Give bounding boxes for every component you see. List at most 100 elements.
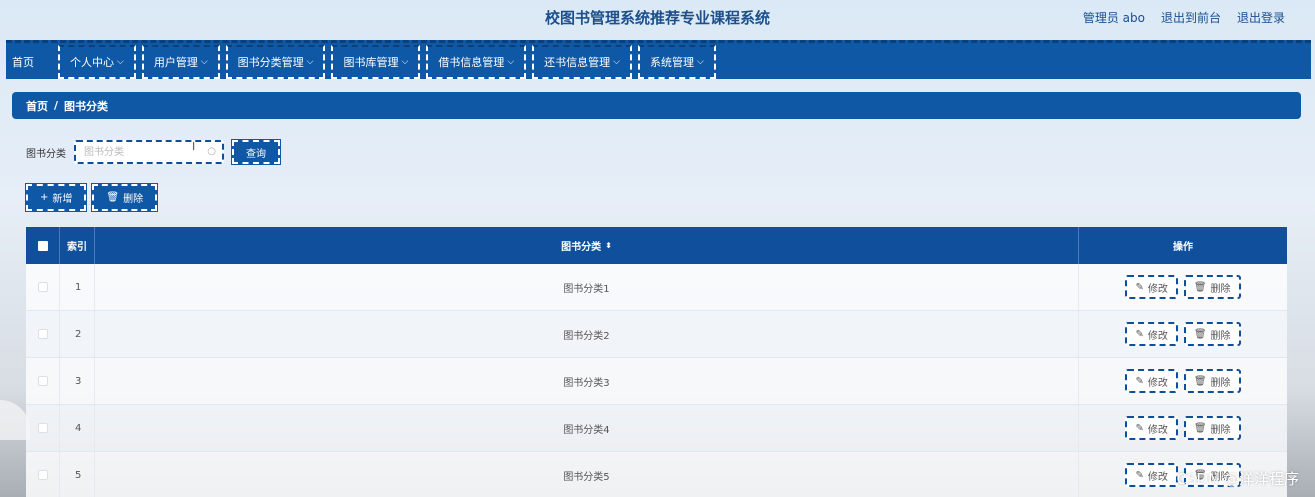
action-toolbar: + 新增 🗑 删除 <box>24 183 159 212</box>
row-category: 图书分类1 <box>95 264 1079 310</box>
nav-personal-center[interactable]: 个人中心 ⌵ <box>58 45 136 79</box>
delete-label: 删除 <box>1210 424 1231 436</box>
chevron-down-icon: ⌵ <box>306 57 314 67</box>
nav-library-management[interactable]: 图书库管理 ⌵ <box>331 45 421 79</box>
row-ops: ✎ 修改 🗑 删除 <box>1079 264 1287 310</box>
sort-icon[interactable]: ⬍ <box>605 241 612 250</box>
delete-label: 删除 <box>1210 330 1231 342</box>
trash-icon: 🗑 <box>1193 328 1207 340</box>
add-label: 新增 <box>52 194 73 205</box>
search-label: 图书分类 <box>26 148 66 160</box>
edit-label: 修改 <box>1147 424 1168 436</box>
category-table: 索引 图书分类 ⬍ 操作 1 图书分类1 ✎ 修改 🗑 删除 2 图书分类2 ✎ 修改 … <box>26 227 1287 497</box>
row-index: 5 <box>60 452 95 497</box>
breadcrumb-separator: / <box>54 99 59 112</box>
select-all-checkbox[interactable] <box>37 240 48 251</box>
edit-button[interactable]: ✎ 修改 <box>1125 275 1178 299</box>
row-category: 图书分类2 <box>95 311 1079 357</box>
watermark: CSDN @洋洋程序 <box>1176 470 1299 488</box>
breadcrumb-current: 图书分类 <box>64 99 109 113</box>
edit-icon: ✎ <box>1135 422 1144 434</box>
nav-label: 用户管理 <box>153 56 198 69</box>
chevron-down-icon: ⌵ <box>117 57 124 67</box>
delete-button[interactable]: 🗑 删除 <box>1183 275 1241 299</box>
row-check-cell <box>26 405 60 451</box>
row-category: 图书分类3 <box>95 358 1079 404</box>
header-category-label: 图书分类 <box>561 242 602 253</box>
row-check-cell <box>26 311 60 357</box>
trash-icon: 🗑 <box>106 192 120 203</box>
nav-category-management[interactable]: 图书分类管理 ⌵ <box>225 45 326 79</box>
search-input-wrap: I ○ <box>74 140 224 164</box>
nav-user-management[interactable]: 用户管理 ⌵ <box>141 45 220 79</box>
row-ops: ✎ 修改 🗑 删除 <box>1079 358 1287 404</box>
chevron-down-icon: ⌵ <box>401 57 409 67</box>
row-checkbox[interactable] <box>37 282 48 292</box>
chevron-down-icon: ⌵ <box>696 57 704 67</box>
nav-system-management[interactable]: 系统管理 ⌵ <box>637 45 716 79</box>
row-index: 4 <box>60 405 95 451</box>
delete-button[interactable]: 🗑 删除 <box>1183 369 1241 393</box>
header-check-cell <box>26 227 60 264</box>
chevron-down-icon: ⌵ <box>200 57 208 67</box>
breadcrumb-home[interactable]: 首页 <box>26 98 48 114</box>
row-checkbox[interactable] <box>37 423 48 433</box>
delete-label: 删除 <box>1210 377 1231 389</box>
row-category: 图书分类4 <box>95 405 1079 451</box>
edit-button[interactable]: ✎ 修改 <box>1125 322 1178 346</box>
header-ops: 操作 <box>1173 242 1193 253</box>
batch-delete-button[interactable]: 🗑 删除 <box>91 183 159 212</box>
edit-label: 修改 <box>1147 471 1168 483</box>
edit-icon: ✎ <box>1135 281 1144 293</box>
nav-label: 图书分类管理 <box>237 56 304 69</box>
trash-icon: 🗑 <box>1193 375 1207 387</box>
edit-button[interactable]: ✎ 修改 <box>1125 369 1178 393</box>
delete-button[interactable]: 🗑 删除 <box>1183 416 1241 440</box>
breadcrumb: 首页 / 图书分类 <box>12 92 1301 119</box>
add-button[interactable]: + 新增 <box>24 183 88 212</box>
edit-label: 修改 <box>1147 377 1168 389</box>
exit-to-front-link[interactable]: 退出到前台 <box>1161 9 1221 26</box>
edit-icon: ✎ <box>1135 469 1144 481</box>
logout-link[interactable]: 退出登录 <box>1237 9 1285 26</box>
row-checkbox[interactable] <box>37 470 48 480</box>
nav-label: 图书库管理 <box>343 56 399 69</box>
delete-label: 删除 <box>123 194 144 205</box>
table-row: 3 图书分类3 ✎ 修改 🗑 删除 <box>26 358 1287 405</box>
nav-return-management[interactable]: 还书信息管理 ⌵ <box>532 45 632 79</box>
chevron-down-icon: ⌵ <box>613 57 620 67</box>
row-check-cell <box>26 452 60 497</box>
header-index: 索引 <box>60 227 95 264</box>
search-input[interactable] <box>76 142 222 162</box>
header-category[interactable]: 图书分类 ⬍ <box>95 227 1079 264</box>
row-checkbox[interactable] <box>37 329 48 339</box>
nav-label: 借书信息管理 <box>438 56 505 69</box>
title-bar: 校图书管理系统推荐专业课程系统 管理员 abo 退出到前台 退出登录 <box>0 0 1315 32</box>
admin-user-link[interactable]: 管理员 abo <box>1083 9 1145 26</box>
edit-label: 修改 <box>1147 330 1168 342</box>
edit-icon: ✎ <box>1135 375 1144 387</box>
trash-icon: 🗑 <box>1193 422 1207 434</box>
delete-label: 删除 <box>1210 283 1231 295</box>
delete-button[interactable]: 🗑 删除 <box>1183 322 1241 346</box>
row-ops: ✎ 修改 🗑 删除 <box>1079 405 1287 451</box>
row-checkbox[interactable] <box>37 376 48 386</box>
nav-home[interactable]: 首页 <box>6 45 48 79</box>
row-ops: ✎ 修改 🗑 删除 <box>1079 311 1287 357</box>
query-button[interactable]: 查询 <box>231 139 281 165</box>
edit-button[interactable]: ✎ 修改 <box>1125 463 1178 487</box>
edit-button[interactable]: ✎ 修改 <box>1125 416 1178 440</box>
search-row: 图书分类 I ○ 查询 <box>26 139 281 165</box>
table-row: 2 图书分类2 ✎ 修改 🗑 删除 <box>26 311 1287 358</box>
row-index: 2 <box>60 311 95 357</box>
row-index: 1 <box>60 264 95 310</box>
row-category: 图书分类5 <box>95 452 1079 497</box>
table-row: 4 图书分类4 ✎ 修改 🗑 删除 <box>26 405 1287 452</box>
row-index: 3 <box>60 358 95 404</box>
nav-borrow-management[interactable]: 借书信息管理 ⌵ <box>426 45 527 79</box>
search-icon: ○ <box>207 146 216 157</box>
row-check-cell <box>26 358 60 404</box>
chevron-down-icon: ⌵ <box>507 57 515 67</box>
table-row: 1 图书分类1 ✎ 修改 🗑 删除 <box>26 264 1287 311</box>
row-check-cell <box>26 264 60 310</box>
